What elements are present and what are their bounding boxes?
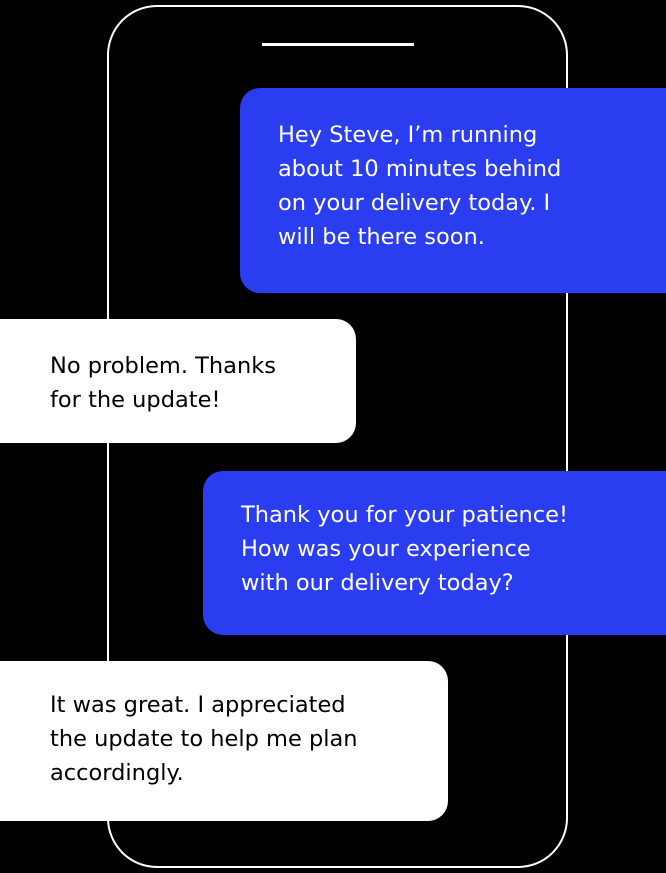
message-text: It was great. I appreciated the update t… <box>50 692 358 786</box>
message-bubble-incoming-2: It was great. I appreciated the update t… <box>0 661 448 821</box>
message-text: Hey Steve, I’m running about 10 minutes … <box>278 122 562 250</box>
message-text: Thank you for your patience! How was you… <box>241 502 569 596</box>
message-bubble-outgoing-2: Thank you for your patience! How was you… <box>203 471 666 635</box>
phone-speaker-line <box>262 43 414 46</box>
message-bubble-outgoing-1: Hey Steve, I’m running about 10 minutes … <box>240 88 666 293</box>
message-text: No problem. Thanks for the update! <box>50 353 276 413</box>
message-bubble-incoming-1: No problem. Thanks for the update! <box>0 319 356 443</box>
